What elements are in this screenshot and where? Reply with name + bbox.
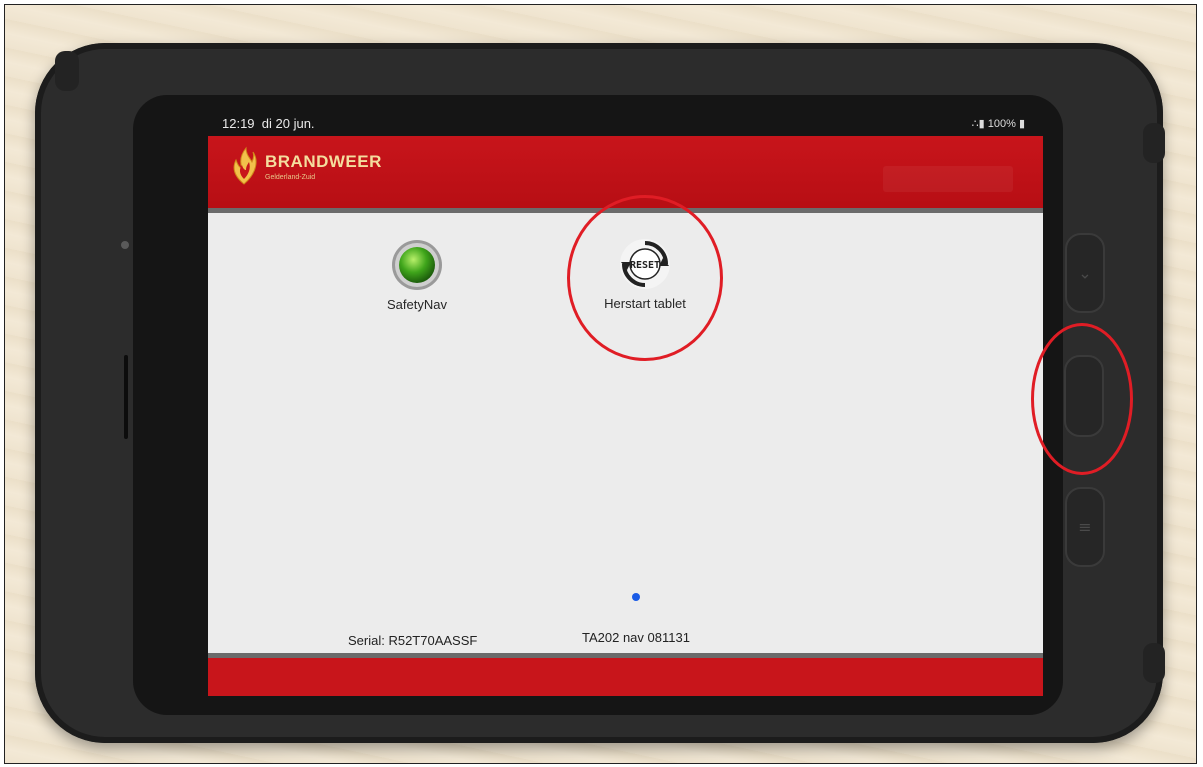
header-reflection xyxy=(883,166,1013,192)
chevron-down-icon: ⌄ xyxy=(1078,263,1092,283)
signal-icon: ∴▮ xyxy=(971,118,985,130)
green-status-light-icon xyxy=(392,240,442,290)
battery-percentage: 100% xyxy=(987,118,1016,130)
bumper-nub xyxy=(55,51,79,91)
status-time: 12:19 xyxy=(222,116,255,131)
status-icons: ∴▮ 100% ▮ xyxy=(972,117,1025,130)
brand-region: Gelderland-Zuid xyxy=(265,174,316,181)
app-safetynav[interactable]: SafetyNav xyxy=(357,239,477,312)
brandweer-logo-icon xyxy=(233,146,257,185)
battery-icon: ▮ xyxy=(1018,118,1025,130)
bumper-nub xyxy=(1143,643,1165,683)
status-date: di 20 jun. xyxy=(261,116,315,131)
serial-number: Serial: R52T70AASSF xyxy=(348,633,478,648)
back-hardware-button[interactable]: ⌄ xyxy=(1065,233,1105,313)
device-id: TA202 nav 081131 xyxy=(582,630,690,645)
bottom-bar xyxy=(208,653,1043,696)
menu-lines-icon: ≡ xyxy=(1078,517,1092,537)
speaker-grille xyxy=(124,355,128,439)
page-indicator-dot xyxy=(632,593,640,601)
annotation-circle-home-button xyxy=(1031,323,1133,475)
status-bar: 12:19 di 20 jun. ∴▮ 100% ▮ xyxy=(208,111,1043,136)
photo-frame: ⌄ ≡ 12:19 di 20 jun. ∴▮ 100% ▮ BRANDWEER… xyxy=(4,4,1197,764)
app-label-safetynav: SafetyNav xyxy=(387,297,447,312)
front-camera xyxy=(121,241,129,249)
bumper-nub xyxy=(1143,123,1165,163)
brand-name: BRANDWEER xyxy=(265,152,382,171)
annotation-circle-reset xyxy=(567,195,723,361)
recent-apps-hardware-button[interactable]: ≡ xyxy=(1065,487,1105,567)
